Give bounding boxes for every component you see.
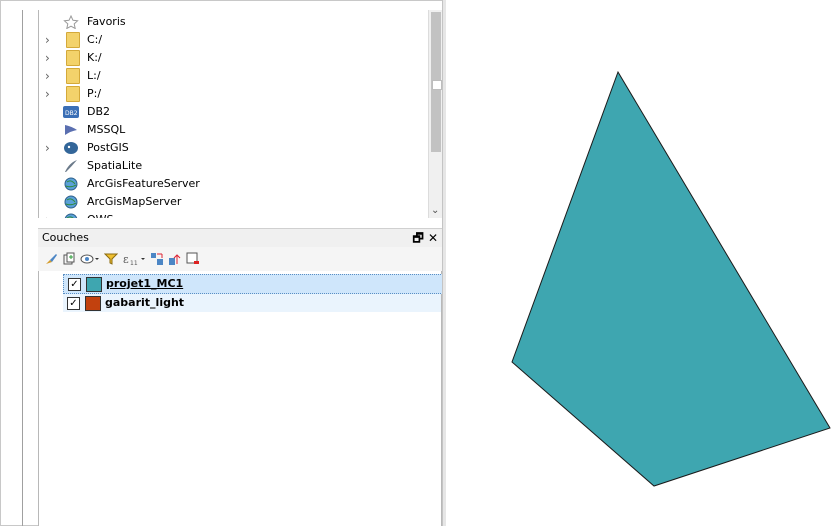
layers-panel-header: Couches 🗗 ✕ [38, 228, 442, 247]
layer-name: gabarit_light [105, 296, 185, 309]
browser-item-label: L:/ [87, 69, 101, 82]
chevron-right-icon[interactable]: › [45, 67, 55, 85]
chevron-right-icon[interactable]: › [45, 85, 55, 103]
visibility-menu-icon[interactable] [80, 252, 100, 266]
browser-item-label: K:/ [87, 51, 102, 64]
globe-icon [64, 195, 78, 209]
browser-item-label: P:/ [87, 87, 102, 100]
folder-icon [66, 68, 80, 84]
globe-icon [64, 177, 78, 191]
layers-tree: ✓ projet1_MC1 ✓ gabarit_light [38, 271, 443, 526]
map-svg [511, 70, 831, 487]
browser-item-label: ArcGisFeatureServer [87, 177, 200, 190]
browser-item-label: ArcGisMapServer [87, 195, 182, 208]
browser-item-label: PostGIS [87, 141, 129, 154]
layer-visibility-checkbox[interactable]: ✓ [68, 278, 81, 291]
star-icon [63, 15, 79, 29]
browser-item-label: OWS [87, 211, 114, 218]
collapse-all-icon[interactable] [168, 252, 182, 266]
browser-item-label: C:/ [87, 33, 103, 46]
svg-text:11: 11 [130, 260, 138, 266]
filter-icon[interactable] [104, 252, 118, 266]
folder-icon [66, 50, 80, 66]
map-canvas[interactable] [446, 0, 837, 526]
expand-all-icon[interactable] [150, 252, 164, 266]
layer-row-projet1[interactable]: ✓ projet1_MC1 [63, 274, 443, 294]
layer-color-swatch [85, 296, 101, 311]
folder-icon [66, 32, 80, 48]
browser-item-label: DB2 [87, 105, 111, 118]
browser-scrollbar[interactable]: ⌄ [428, 10, 443, 218]
layer-name: projet1_MC1 [106, 277, 184, 290]
close-panel-icon[interactable]: ✕ [428, 231, 438, 245]
style-brush-icon[interactable] [44, 252, 58, 266]
layers-panel-title: Couches [42, 231, 89, 244]
map-polygon[interactable] [511, 70, 831, 487]
filter-expression-icon[interactable]: ε 11 [122, 252, 146, 266]
chevron-right-icon[interactable]: › [45, 31, 55, 49]
scrollbar-grip [432, 80, 442, 90]
chevron-right-icon[interactable]: › [45, 49, 55, 67]
svg-text:ε: ε [123, 253, 129, 266]
layer-visibility-checkbox[interactable]: ✓ [67, 297, 80, 310]
add-group-icon[interactable] [62, 252, 76, 266]
layers-toolbar: ε 11 [38, 247, 442, 271]
chevron-right-icon[interactable]: › [45, 139, 55, 157]
browser-item-label: SpatiaLite [87, 159, 143, 172]
layer-row-gabarit[interactable]: ✓ gabarit_light [63, 294, 441, 312]
left-gutter [22, 10, 23, 526]
postgis-icon [64, 142, 78, 154]
float-panel-icon[interactable]: 🗗 [412, 231, 423, 245]
spatialite-icon [65, 160, 77, 172]
folder-icon [66, 86, 80, 102]
db2-icon: DB2 [63, 106, 79, 118]
chevron-right-icon[interactable]: › [45, 211, 55, 218]
scroll-down-icon[interactable]: ⌄ [431, 205, 439, 216]
mssql-icon [65, 125, 77, 135]
remove-layer-icon[interactable] [186, 252, 200, 266]
browser-panel: Favoris › C:/ › K:/ › L:/ › P:/ DB2 DB2 MSSQL › PostG… [38, 10, 444, 218]
browser-item-label: Favoris [87, 15, 126, 28]
layer-color-swatch [86, 277, 102, 292]
svg-text:DB2: DB2 [65, 110, 78, 117]
globe-icon [64, 213, 78, 218]
browser-item-label: MSSQL [87, 123, 126, 136]
